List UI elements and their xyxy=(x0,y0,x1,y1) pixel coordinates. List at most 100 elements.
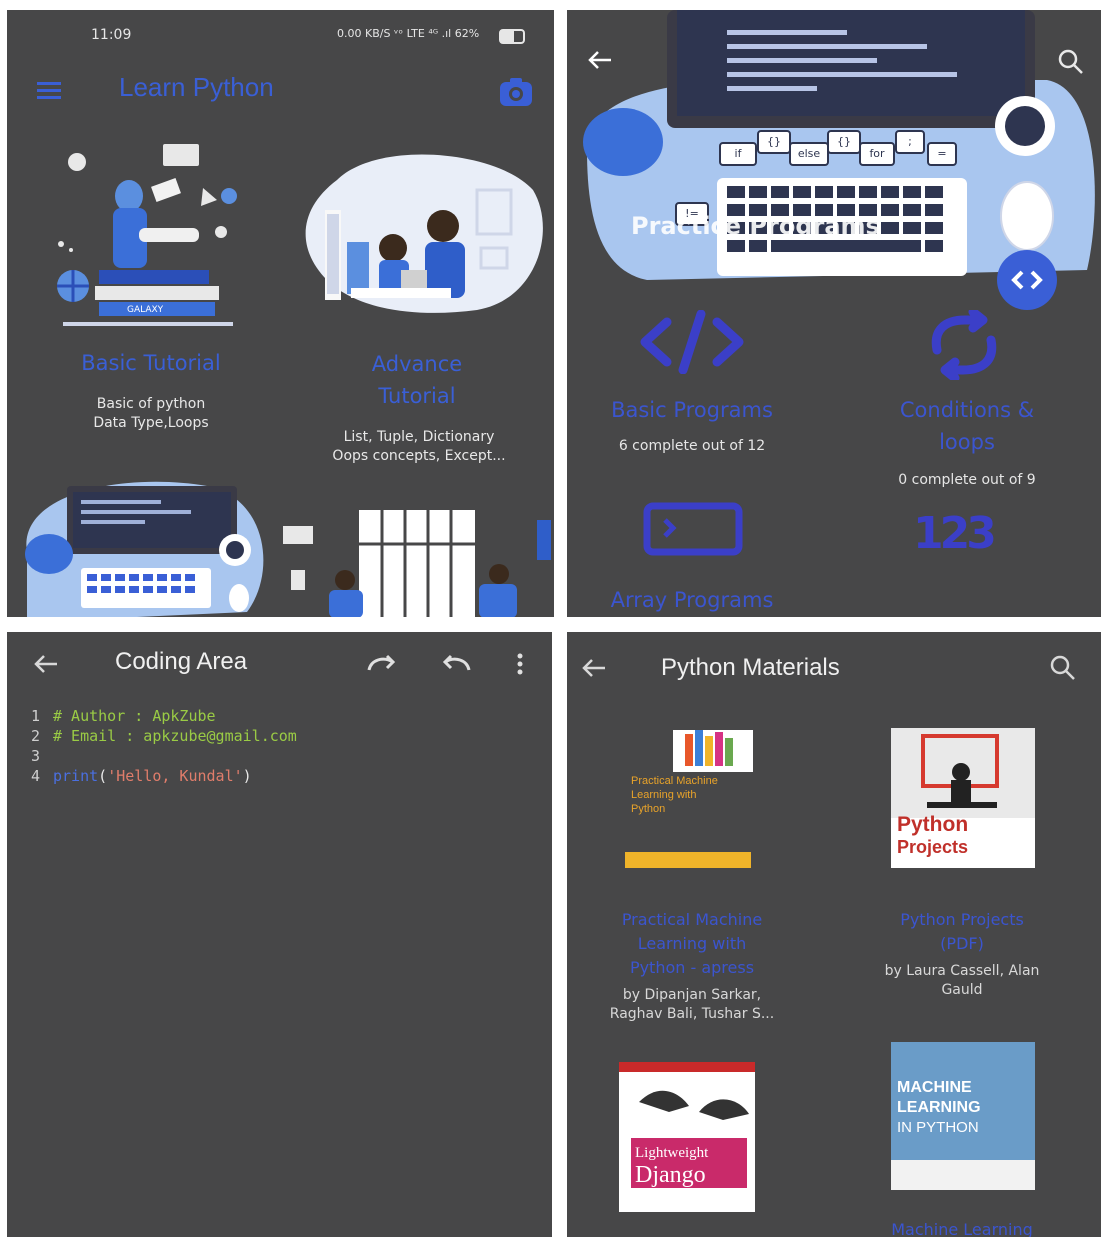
code-line: 1 # Author : ApkZube xyxy=(31,706,541,726)
home-screen: 11:09 0.00 KB/S ᵛᵒ LTE ⁴ᴳ .ıl 62% Learn … xyxy=(7,10,554,617)
materials-illustration[interactable] xyxy=(279,500,554,617)
search-icon[interactable] xyxy=(1057,48,1085,76)
line-number: 2 xyxy=(31,727,41,745)
advance-tutorial-subtitle: List, Tuple, Dictionary Oops concepts, E… xyxy=(297,428,541,466)
basic-tutorial-subtitle: Basic of python Data Type,Loops xyxy=(31,395,271,433)
back-arrow-icon[interactable] xyxy=(31,652,61,676)
cover-line: Projects xyxy=(897,837,969,857)
basic-tutorial-sub1: Basic of python xyxy=(96,396,206,412)
basic-programs-title[interactable]: Basic Programs xyxy=(577,394,807,426)
code-comment: # Email : apkzube@gmail.com xyxy=(53,727,297,745)
bubble-else: else xyxy=(789,142,829,166)
book-author-line: Raghav Bali, Tushar S... xyxy=(609,1006,775,1022)
python-materials-screen: Python Materials Practical Machine Learn… xyxy=(567,632,1101,1237)
code-comment: # Author : ApkZube xyxy=(53,707,216,725)
cover-stripe xyxy=(625,852,751,868)
advance-tutorial-sub1: List, Tuple, Dictionary xyxy=(343,429,495,445)
coding-area-screen: Coding Area 1 # Author : ApkZube 2 # Email… xyxy=(7,632,552,1237)
conditions-loops-title[interactable]: Conditions & loops xyxy=(857,394,1077,458)
book-title-line: Python - apress xyxy=(629,958,755,977)
bubble-equals: = xyxy=(927,142,957,166)
book-cover-text: MACHINE LEARNING IN PYTHON xyxy=(897,1078,981,1138)
basic-tutorial-sub2: Data Type,Loops xyxy=(93,415,209,431)
redo-icon[interactable] xyxy=(365,652,399,674)
banner-text: Practice Programs xyxy=(631,212,880,240)
illustration-galaxy-text: GALAXY xyxy=(127,305,164,315)
coding-area-title: Coding Area xyxy=(115,648,248,675)
practice-programs-screen: if {} else {} for ; = != Practice Progra… xyxy=(567,10,1101,617)
bubble-braces-2: {} xyxy=(827,130,861,154)
battery-icon xyxy=(499,29,525,44)
cover-footer xyxy=(891,1160,1035,1190)
book-author-line: by Laura Cassell, Alan xyxy=(884,963,1040,979)
code-editor[interactable]: 1 # Author : ApkZube 2 # Email : apkzube@g… xyxy=(31,706,541,786)
book-title-line: Practical Machine xyxy=(621,910,763,929)
undo-icon[interactable] xyxy=(439,652,473,674)
book-author-line: by Dipanjan Sarkar, xyxy=(622,987,762,1003)
code-function: print xyxy=(53,767,99,785)
cover-line: IN PYTHON xyxy=(897,1119,979,1136)
cover-line: MACHINE xyxy=(897,1079,972,1096)
book-title-python-projects[interactable]: Python Projects (PDF) xyxy=(847,908,1077,956)
book-cover-lightweight-django[interactable]: Lightweight Django xyxy=(619,1062,755,1212)
app-title: Learn Python xyxy=(119,72,274,102)
book-author-practical-ml: by Dipanjan Sarkar, Raghav Bali, Tushar … xyxy=(577,986,807,1024)
basic-tutorial-illustration[interactable]: GALAXY xyxy=(43,136,263,336)
book-author-python-projects: by Laura Cassell, Alan Gauld xyxy=(847,962,1077,1000)
book-cover-text: Practical Machine Learning with Python xyxy=(631,774,757,816)
cover-line: Python xyxy=(897,813,969,836)
book-title-line: Learning with xyxy=(637,934,747,953)
python-materials-title: Python Materials xyxy=(661,654,840,681)
advance-tutorial-sub2: Oops concepts, Except... xyxy=(332,448,506,464)
basic-programs-progress: 6 complete out of 12 xyxy=(618,438,766,454)
code-fab-button[interactable] xyxy=(997,250,1057,310)
book-title-line: (PDF) xyxy=(940,934,984,953)
conditions-loops-title-line1: Conditions & xyxy=(899,398,1035,422)
bubble-for: for xyxy=(859,142,895,166)
advance-tutorial-illustration[interactable] xyxy=(297,150,547,320)
line-number: 1 xyxy=(31,707,41,725)
menu-icon[interactable] xyxy=(37,82,61,100)
advance-tutorial-title[interactable]: Advance Tutorial xyxy=(297,348,537,412)
camera-icon[interactable] xyxy=(499,77,533,107)
book-title-practical-ml[interactable]: Practical Machine Learning with Python -… xyxy=(577,908,807,980)
back-arrow-icon[interactable] xyxy=(579,656,609,680)
line-number: 4 xyxy=(31,767,41,785)
back-arrow-icon[interactable] xyxy=(585,48,615,72)
numbers-icon: 123 xyxy=(913,508,997,559)
book-title-ml-in-python[interactable]: Machine Learning xyxy=(847,1218,1077,1237)
code-paren-open: ( xyxy=(98,767,108,785)
search-icon[interactable] xyxy=(1049,654,1077,682)
code-line: 4 print('Hello, Kundal') xyxy=(31,766,541,786)
more-options-icon[interactable] xyxy=(515,652,525,676)
book-title-line: Python Projects xyxy=(900,910,1024,929)
advance-tutorial-title-line1: Advance xyxy=(371,352,463,376)
practice-programs-illustration[interactable] xyxy=(7,472,272,617)
cover-line: Practical Machine xyxy=(631,775,718,787)
code-paren-close: ) xyxy=(242,767,252,785)
bubble-if: if xyxy=(719,142,757,166)
loop-icon xyxy=(921,307,1007,383)
book-cover-python-projects[interactable]: Python Projects xyxy=(891,728,1035,868)
code-string: 'Hello, Kundal' xyxy=(107,767,243,785)
advance-tutorial-title-line2: Tutorial xyxy=(378,384,456,408)
code-line: 3 xyxy=(31,746,541,766)
cover-line: LEARNING xyxy=(897,1099,981,1116)
basic-tutorial-title[interactable]: Basic Tutorial xyxy=(31,347,271,379)
cover-line: Django xyxy=(635,1162,706,1188)
array-icon xyxy=(643,502,743,556)
status-time: 11:09 xyxy=(91,27,132,43)
cover-line: Python xyxy=(631,803,666,815)
bubble-semicolon: ; xyxy=(895,130,925,154)
book-cover-ml-in-python[interactable]: MACHINE LEARNING IN PYTHON xyxy=(891,1042,1035,1190)
book-cover-text: Python Projects xyxy=(897,814,968,858)
array-programs-title[interactable]: Array Programs xyxy=(577,584,807,616)
conditions-loops-progress: 0 complete out of 9 xyxy=(898,472,1036,488)
bubble-braces-1: {} xyxy=(757,130,791,154)
code-line: 2 # Email : apkzube@gmail.com xyxy=(31,726,541,746)
status-icons: 0.00 KB/S ᵛᵒ LTE ⁴ᴳ .ıl 62% xyxy=(337,27,480,40)
cover-line: Learning with xyxy=(631,789,697,801)
line-number: 3 xyxy=(31,747,41,765)
book-author-line: Gauld xyxy=(941,982,983,998)
book-cover-practical-ml[interactable]: Practical Machine Learning with Python xyxy=(621,724,757,876)
